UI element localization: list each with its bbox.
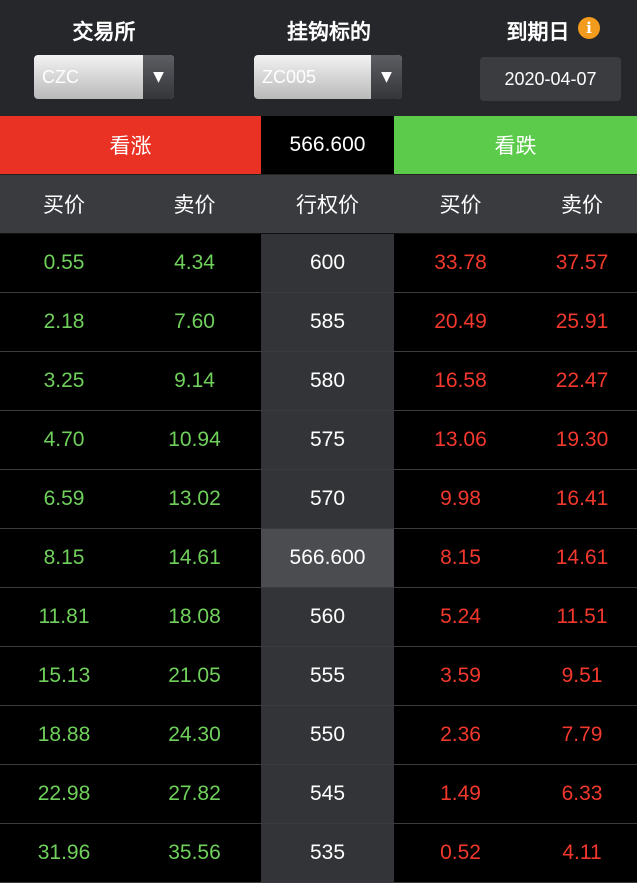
underlying-price: 566.600 xyxy=(261,116,394,174)
column-header-call-bid: 买价 xyxy=(43,193,85,217)
put-bid-cell[interactable]: 3.59 xyxy=(394,647,527,705)
call-bid-cell[interactable]: 15.13 xyxy=(0,647,128,705)
column-header-strike: 行权价 xyxy=(296,193,359,217)
table-row[interactable]: 31.96 35.56 535 0.52 4.11 xyxy=(0,824,637,883)
call-ask-cell[interactable]: 7.60 xyxy=(128,293,261,351)
strike-cell[interactable]: 580 xyxy=(261,352,394,410)
strike-cell[interactable]: 575 xyxy=(261,411,394,469)
table-row[interactable]: 4.70 10.94 575 13.06 19.30 xyxy=(0,411,637,470)
info-icon[interactable]: i xyxy=(578,17,600,39)
column-header-put-ask: 卖价 xyxy=(561,193,603,217)
exchange-label: 交易所 xyxy=(72,20,136,44)
put-bid-cell[interactable]: 9.98 xyxy=(394,470,527,528)
option-chain-table: 0.55 4.34 600 33.78 37.57 2.18 7.60 585 20.49 25.… xyxy=(0,234,637,883)
expiry-date-field[interactable]: 2020-04-07 xyxy=(480,57,621,101)
put-bid-cell[interactable]: 0.52 xyxy=(394,824,527,882)
strike-cell[interactable]: 535 xyxy=(261,824,394,882)
filter-bar: 交易所 CZC ▼ 挂钩标的 ZC005 ▼ 到期日 i 2020-04-07 xyxy=(0,0,637,116)
call-bid-cell[interactable]: 2.18 xyxy=(0,293,128,351)
underlying-select-value: ZC005 xyxy=(262,67,317,87)
put-bid-cell[interactable]: 1.49 xyxy=(394,765,527,823)
put-bid-cell[interactable]: 8.15 xyxy=(394,529,527,587)
call-ask-cell[interactable]: 35.56 xyxy=(128,824,261,882)
call-bid-cell[interactable]: 3.25 xyxy=(0,352,128,410)
chevron-down-icon[interactable]: ▼ xyxy=(371,55,402,99)
call-ask-cell[interactable]: 21.05 xyxy=(128,647,261,705)
column-header-put-bid: 买价 xyxy=(439,193,482,217)
put-ask-cell[interactable]: 37.57 xyxy=(527,234,637,292)
put-ask-cell[interactable]: 9.51 xyxy=(527,647,637,705)
strike-cell[interactable]: 555 xyxy=(261,647,394,705)
call-bid-cell[interactable]: 6.59 xyxy=(0,470,128,528)
call-ask-cell[interactable]: 27.82 xyxy=(128,765,261,823)
call-bid-cell[interactable]: 31.96 xyxy=(0,824,128,882)
strike-cell[interactable]: 560 xyxy=(261,588,394,646)
strike-cell[interactable]: 566.600 xyxy=(261,529,394,587)
put-bid-cell[interactable]: 33.78 xyxy=(394,234,527,292)
put-ask-cell[interactable]: 25.91 xyxy=(527,293,637,351)
underlying-select[interactable]: ZC005 ▼ xyxy=(254,55,402,99)
call-ask-cell[interactable]: 14.61 xyxy=(128,529,261,587)
table-row[interactable]: 3.25 9.14 580 16.58 22.47 xyxy=(0,352,637,411)
call-ask-cell[interactable]: 10.94 xyxy=(128,411,261,469)
table-row[interactable]: 8.15 14.61 566.600 8.15 14.61 xyxy=(0,529,637,588)
put-ask-cell[interactable]: 14.61 xyxy=(527,529,637,587)
call-button[interactable]: 看涨 xyxy=(0,116,261,174)
put-bid-cell[interactable]: 13.06 xyxy=(394,411,527,469)
call-ask-cell[interactable]: 9.14 xyxy=(128,352,261,410)
put-button[interactable]: 看跌 xyxy=(394,116,637,174)
table-header: 买价 卖价 行权价 买价 卖价 xyxy=(0,174,637,234)
call-bid-cell[interactable]: 8.15 xyxy=(0,529,128,587)
table-row[interactable]: 11.81 18.08 560 5.24 11.51 xyxy=(0,588,637,647)
table-row[interactable]: 2.18 7.60 585 20.49 25.91 xyxy=(0,293,637,352)
put-ask-cell[interactable]: 19.30 xyxy=(527,411,637,469)
action-bar: 看涨 566.600 看跌 xyxy=(0,116,637,174)
put-bid-cell[interactable]: 5.24 xyxy=(394,588,527,646)
call-ask-cell[interactable]: 4.34 xyxy=(128,234,261,292)
put-ask-cell[interactable]: 11.51 xyxy=(527,588,637,646)
table-row[interactable]: 6.59 13.02 570 9.98 16.41 xyxy=(0,470,637,529)
call-bid-cell[interactable]: 22.98 xyxy=(0,765,128,823)
expiry-label: 到期日 xyxy=(506,20,570,44)
strike-cell[interactable]: 585 xyxy=(261,293,394,351)
table-row[interactable]: 0.55 4.34 600 33.78 37.57 xyxy=(0,234,637,293)
call-bid-cell[interactable]: 4.70 xyxy=(0,411,128,469)
put-ask-cell[interactable]: 4.11 xyxy=(527,824,637,882)
strike-cell[interactable]: 600 xyxy=(261,234,394,292)
put-bid-cell[interactable]: 16.58 xyxy=(394,352,527,410)
call-bid-cell[interactable]: 0.55 xyxy=(0,234,128,292)
put-ask-cell[interactable]: 7.79 xyxy=(527,706,637,764)
call-bid-cell[interactable]: 11.81 xyxy=(0,588,128,646)
exchange-select-value: CZC xyxy=(42,67,79,87)
table-row[interactable]: 18.88 24.30 550 2.36 7.79 xyxy=(0,706,637,765)
call-ask-cell[interactable]: 18.08 xyxy=(128,588,261,646)
exchange-select[interactable]: CZC ▼ xyxy=(34,55,174,99)
strike-cell[interactable]: 545 xyxy=(261,765,394,823)
call-bid-cell[interactable]: 18.88 xyxy=(0,706,128,764)
put-ask-cell[interactable]: 6.33 xyxy=(527,765,637,823)
column-header-call-ask: 卖价 xyxy=(173,193,216,217)
table-row[interactable]: 22.98 27.82 545 1.49 6.33 xyxy=(0,765,637,824)
table-row[interactable]: 15.13 21.05 555 3.59 9.51 xyxy=(0,647,637,706)
call-ask-cell[interactable]: 24.30 xyxy=(128,706,261,764)
put-ask-cell[interactable]: 16.41 xyxy=(527,470,637,528)
call-ask-cell[interactable]: 13.02 xyxy=(128,470,261,528)
strike-cell[interactable]: 550 xyxy=(261,706,394,764)
chevron-down-icon[interactable]: ▼ xyxy=(143,55,174,99)
strike-cell[interactable]: 570 xyxy=(261,470,394,528)
put-bid-cell[interactable]: 20.49 xyxy=(394,293,527,351)
put-ask-cell[interactable]: 22.47 xyxy=(527,352,637,410)
underlying-label: 挂钩标的 xyxy=(287,20,371,44)
put-bid-cell[interactable]: 2.36 xyxy=(394,706,527,764)
